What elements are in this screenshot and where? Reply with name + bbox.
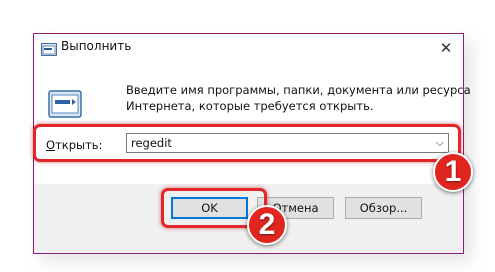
step-2-badge: 2 bbox=[247, 205, 287, 245]
browse-button[interactable]: Обзор... bbox=[345, 197, 422, 219]
dialog-content: Введите имя программы, папки, документа … bbox=[34, 61, 471, 184]
description: Введите имя программы, папки, документа … bbox=[126, 82, 471, 114]
step-1-badge: 1 bbox=[433, 152, 473, 192]
title-bar: Выполнить ✕ bbox=[34, 34, 463, 61]
description-line-1: Введите имя программы, папки, документа … bbox=[126, 83, 471, 97]
run-app-icon bbox=[41, 41, 57, 60]
description-line-2: Интернета, которые требуется открыть. bbox=[126, 99, 374, 113]
window-title: Выполнить bbox=[61, 39, 132, 53]
close-icon: ✕ bbox=[439, 38, 453, 57]
close-button[interactable]: ✕ bbox=[429, 34, 463, 61]
open-field-highlight bbox=[33, 124, 461, 162]
run-dialog-icon bbox=[48, 90, 82, 122]
